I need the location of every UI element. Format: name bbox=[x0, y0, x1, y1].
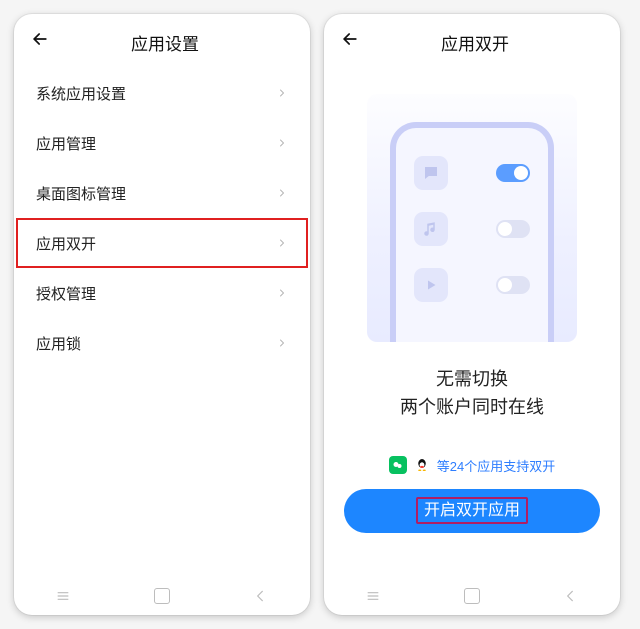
qq-icon bbox=[413, 456, 431, 474]
page-title: 应用设置 bbox=[56, 30, 274, 55]
mock-app-row bbox=[396, 156, 548, 190]
settings-row-label: 应用双开 bbox=[36, 233, 276, 254]
nav-back-button[interactable] bbox=[253, 588, 269, 604]
music-icon bbox=[414, 212, 448, 246]
mock-toggle bbox=[496, 164, 530, 182]
android-navbar bbox=[14, 577, 310, 615]
titlebar-right: 应用双开 bbox=[324, 14, 620, 66]
back-button[interactable] bbox=[334, 25, 366, 59]
phone-right: 应用双开 无需切换 两个账户同时在线 等24个应用支持双开 开启双开应用 bbox=[324, 14, 620, 615]
back-button[interactable] bbox=[24, 25, 56, 59]
settings-list: 系统应用设置应用管理桌面图标管理应用双开授权管理应用锁 bbox=[14, 66, 310, 368]
hero-illustration bbox=[367, 94, 577, 342]
settings-row-label: 桌面图标管理 bbox=[36, 183, 276, 204]
settings-row-label: 授权管理 bbox=[36, 283, 276, 304]
settings-row-4[interactable]: 授权管理 bbox=[14, 268, 310, 318]
wechat-icon bbox=[389, 456, 407, 474]
enable-dual-app-button[interactable]: 开启双开应用 bbox=[344, 489, 600, 533]
settings-row-0[interactable]: 系统应用设置 bbox=[14, 68, 310, 118]
settings-row-2[interactable]: 桌面图标管理 bbox=[14, 168, 310, 218]
hero-line1: 无需切换 bbox=[324, 366, 620, 394]
home-button[interactable] bbox=[154, 588, 170, 604]
mock-app-row bbox=[396, 268, 548, 302]
chevron-right-icon bbox=[276, 187, 288, 199]
chevron-right-icon bbox=[276, 287, 288, 299]
titlebar-left: 应用设置 bbox=[14, 14, 310, 66]
settings-row-label: 系统应用设置 bbox=[36, 83, 276, 104]
settings-row-1[interactable]: 应用管理 bbox=[14, 118, 310, 168]
android-navbar bbox=[324, 577, 620, 615]
phone-left: 应用设置 系统应用设置应用管理桌面图标管理应用双开授权管理应用锁 bbox=[14, 14, 310, 615]
video-icon bbox=[414, 268, 448, 302]
supported-apps-text: 等24个应用支持双开 bbox=[437, 456, 556, 475]
mock-toggle bbox=[496, 276, 530, 294]
settings-row-3[interactable]: 应用双开 bbox=[16, 218, 308, 268]
settings-row-label: 应用管理 bbox=[36, 133, 276, 154]
recent-apps-button[interactable] bbox=[55, 588, 71, 604]
arrow-left-icon bbox=[30, 29, 50, 49]
hero-line2: 两个账户同时在线 bbox=[324, 394, 620, 422]
chevron-right-icon bbox=[276, 87, 288, 99]
page-title: 应用双开 bbox=[366, 30, 584, 55]
chat-icon bbox=[414, 156, 448, 190]
hero-text: 无需切换 两个账户同时在线 bbox=[324, 366, 620, 422]
recent-apps-button[interactable] bbox=[365, 588, 381, 604]
settings-row-label: 应用锁 bbox=[36, 333, 276, 354]
mock-phone bbox=[390, 122, 554, 342]
cta-label: 开启双开应用 bbox=[416, 497, 528, 524]
supported-apps-line: 等24个应用支持双开 bbox=[324, 456, 620, 475]
nav-back-button[interactable] bbox=[563, 588, 579, 604]
mock-app-row bbox=[396, 212, 548, 246]
chevron-right-icon bbox=[276, 337, 288, 349]
chevron-right-icon bbox=[276, 137, 288, 149]
arrow-left-icon bbox=[340, 29, 360, 49]
settings-row-5[interactable]: 应用锁 bbox=[14, 318, 310, 368]
home-button[interactable] bbox=[464, 588, 480, 604]
mock-toggle bbox=[496, 220, 530, 238]
chevron-right-icon bbox=[276, 237, 288, 249]
